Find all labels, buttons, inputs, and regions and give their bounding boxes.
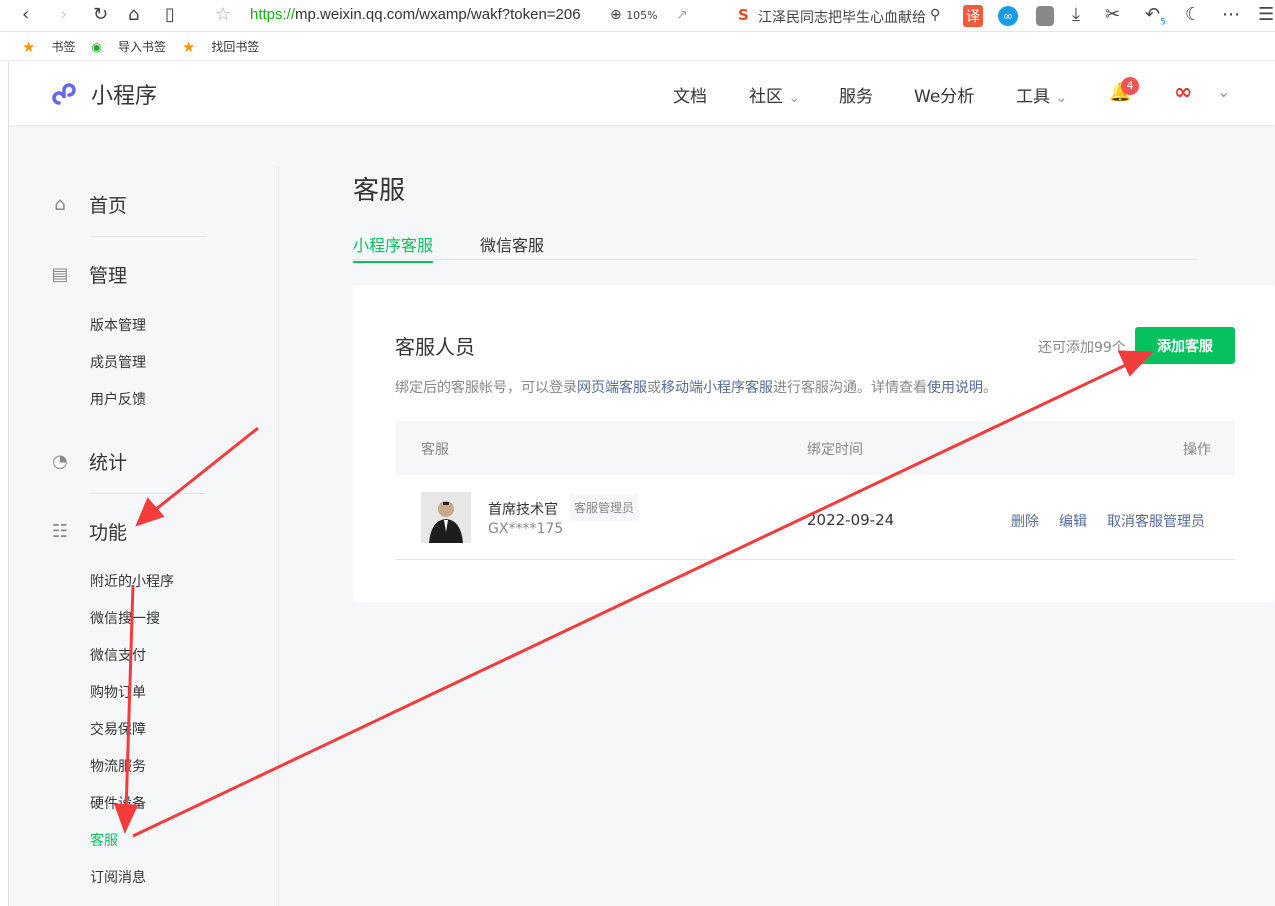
avatar: [421, 492, 471, 543]
service-name: 首席技术官: [488, 502, 558, 518]
sidebar-item-subscription[interactable]: 订阅消息: [90, 867, 146, 887]
avatar[interactable]: ∞: [1174, 80, 1192, 105]
tab-miniprogram-service[interactable]: 小程序客服: [353, 232, 434, 263]
bookmark-item[interactable]: 书签: [51, 38, 75, 55]
search-icon[interactable]: ⚲: [930, 7, 940, 23]
sidebar-item-versions[interactable]: 版本管理: [90, 315, 146, 335]
top-header: 小程序 文档 社区 ⌄ 服务 We分析 工具 ⌄ 🔔 4 ∞ ⌄: [9, 62, 1275, 125]
star-icon: ★: [22, 37, 36, 56]
divider: [90, 493, 205, 494]
delete-link[interactable]: 删除: [1011, 511, 1039, 531]
night-mode-icon[interactable]: ☾: [1185, 4, 1201, 25]
notification-badge: 4: [1121, 77, 1139, 95]
card-description: 绑定后的客服帐号，可以登录网页端客服或移动端小程序客服进行客服沟通。详情查看使用…: [395, 380, 997, 396]
star-icon: ★: [181, 37, 196, 56]
inbox-icon: ▤: [51, 264, 69, 285]
download-icon[interactable]: ⤓: [1072, 4, 1080, 25]
sidebar-item-members[interactable]: 成员管理: [90, 352, 146, 372]
back-icon[interactable]: ‹: [22, 4, 29, 25]
star-icon[interactable]: ☆: [215, 4, 231, 25]
revoke-admin-link[interactable]: 取消客服管理员: [1107, 511, 1205, 531]
forward-icon[interactable]: ›: [60, 4, 67, 25]
address-bar[interactable]: https://mp.weixin.qq.com/wxamp/wakf?toke…: [250, 6, 590, 23]
logo[interactable]: 小程序: [51, 78, 157, 110]
sidebar-group-manage[interactable]: ▤ 管理: [49, 261, 127, 288]
sidebar-item-hardware[interactable]: 硬件设备: [90, 793, 146, 813]
sidebar: ⌂ 首页 ▤ 管理 版本管理 成员管理 用户反馈 ◔ 统计 ☷ 功能 附近的小程序 微信…: [9, 167, 279, 906]
nav-weanalysis[interactable]: We分析: [914, 82, 974, 107]
bookmark-recover[interactable]: 找回书签: [211, 38, 259, 55]
share-icon[interactable]: ↗: [676, 7, 688, 23]
sidebar-item-logistics[interactable]: 物流服务: [90, 756, 146, 776]
more-icon[interactable]: ⋯: [1222, 4, 1240, 25]
shield-icon[interactable]: [1036, 6, 1054, 26]
mobile-service-link[interactable]: 移动端小程序客服: [661, 380, 773, 396]
card-title: 客服人员: [395, 335, 475, 359]
bookmarks-bar: ★ 书签 ◉ 导入书签 ★ 找回书签: [0, 33, 1275, 61]
nav-services[interactable]: 服务: [839, 82, 873, 107]
grid-icon: ☷: [51, 521, 69, 542]
sidebar-item-home[interactable]: ⌂ 首页: [49, 191, 127, 218]
tab-wechat-service[interactable]: 微信客服: [480, 232, 544, 256]
menu-icon[interactable]: ☰: [1258, 4, 1274, 25]
sogou-icon[interactable]: S: [738, 6, 749, 24]
search-box[interactable]: 江泽民同志把毕生心血献给: [758, 7, 926, 27]
home-icon: ⌂: [54, 194, 66, 215]
bind-date: 2022-09-24: [807, 511, 895, 529]
bookmark-import[interactable]: 导入书签: [118, 38, 166, 55]
browser-toolbar: ‹ › ↻ ⌂ ▯ ☆ https://mp.weixin.qq.com/wxa…: [0, 0, 1275, 32]
import-icon: ◉: [91, 39, 102, 54]
table-header: 客服 绑定时间 操作: [395, 421, 1235, 475]
divider: [90, 236, 205, 237]
table-row: 首席技术官 客服管理员 GX****175 2022-09-24 删除 编辑 取…: [395, 475, 1235, 560]
web-service-link[interactable]: 网页端客服: [577, 380, 647, 396]
pie-chart-icon: ◔: [52, 451, 68, 472]
role-badge: 客服管理员: [570, 494, 639, 521]
remaining-count: 还可添加99个: [1038, 340, 1126, 356]
extension-icon[interactable]: ∞: [998, 6, 1018, 26]
service-account: GX****175: [488, 521, 564, 537]
tabs: 小程序客服 微信客服: [353, 230, 1198, 263]
sidebar-item-guarantee[interactable]: 交易保障: [90, 719, 146, 739]
translate-icon[interactable]: 译: [963, 5, 983, 27]
page: 小程序 文档 社区 ⌄ 服务 We分析 工具 ⌄ 🔔 4 ∞ ⌄ ⌂ 首页 ▤ 管理…: [8, 62, 1275, 906]
edit-link[interactable]: 编辑: [1059, 511, 1087, 531]
sidebar-item-pay[interactable]: 微信支付: [90, 645, 146, 665]
chevron-down-icon[interactable]: ⌄: [1217, 82, 1230, 101]
sidebar-item-stats[interactable]: ◔ 统计: [49, 448, 127, 475]
scissors-icon[interactable]: ✂: [1105, 4, 1120, 25]
miniprogram-logo-icon: [52, 83, 76, 105]
nav-docs[interactable]: 文档: [673, 82, 707, 107]
sidebar-item-orders[interactable]: 购物订单: [90, 682, 146, 702]
undo-icon[interactable]: ↶5: [1145, 4, 1166, 28]
instructions-link[interactable]: 使用说明: [927, 380, 983, 396]
page-title: 客服: [353, 176, 406, 206]
reload-icon[interactable]: ↻: [93, 4, 108, 25]
reader-icon[interactable]: ▯: [165, 4, 175, 25]
sidebar-item-nearby[interactable]: 附近的小程序: [90, 571, 174, 591]
sidebar-item-feedback[interactable]: 用户反馈: [90, 389, 146, 409]
nav-tools[interactable]: 工具 ⌄: [1016, 82, 1067, 107]
service-card: 客服人员 还可添加99个 添加客服 绑定后的客服帐号，可以登录网页端客服或移动端…: [353, 285, 1275, 602]
zoom-icon[interactable]: ⊕ 105%: [610, 7, 658, 23]
nav-community[interactable]: 社区 ⌄: [749, 82, 800, 107]
sidebar-item-customer-service[interactable]: 客服: [90, 830, 118, 850]
sidebar-item-search[interactable]: 微信搜一搜: [90, 608, 160, 628]
add-service-button[interactable]: 添加客服: [1135, 327, 1235, 364]
sidebar-group-features[interactable]: ☷ 功能: [49, 518, 127, 545]
home-icon[interactable]: ⌂: [128, 4, 139, 25]
